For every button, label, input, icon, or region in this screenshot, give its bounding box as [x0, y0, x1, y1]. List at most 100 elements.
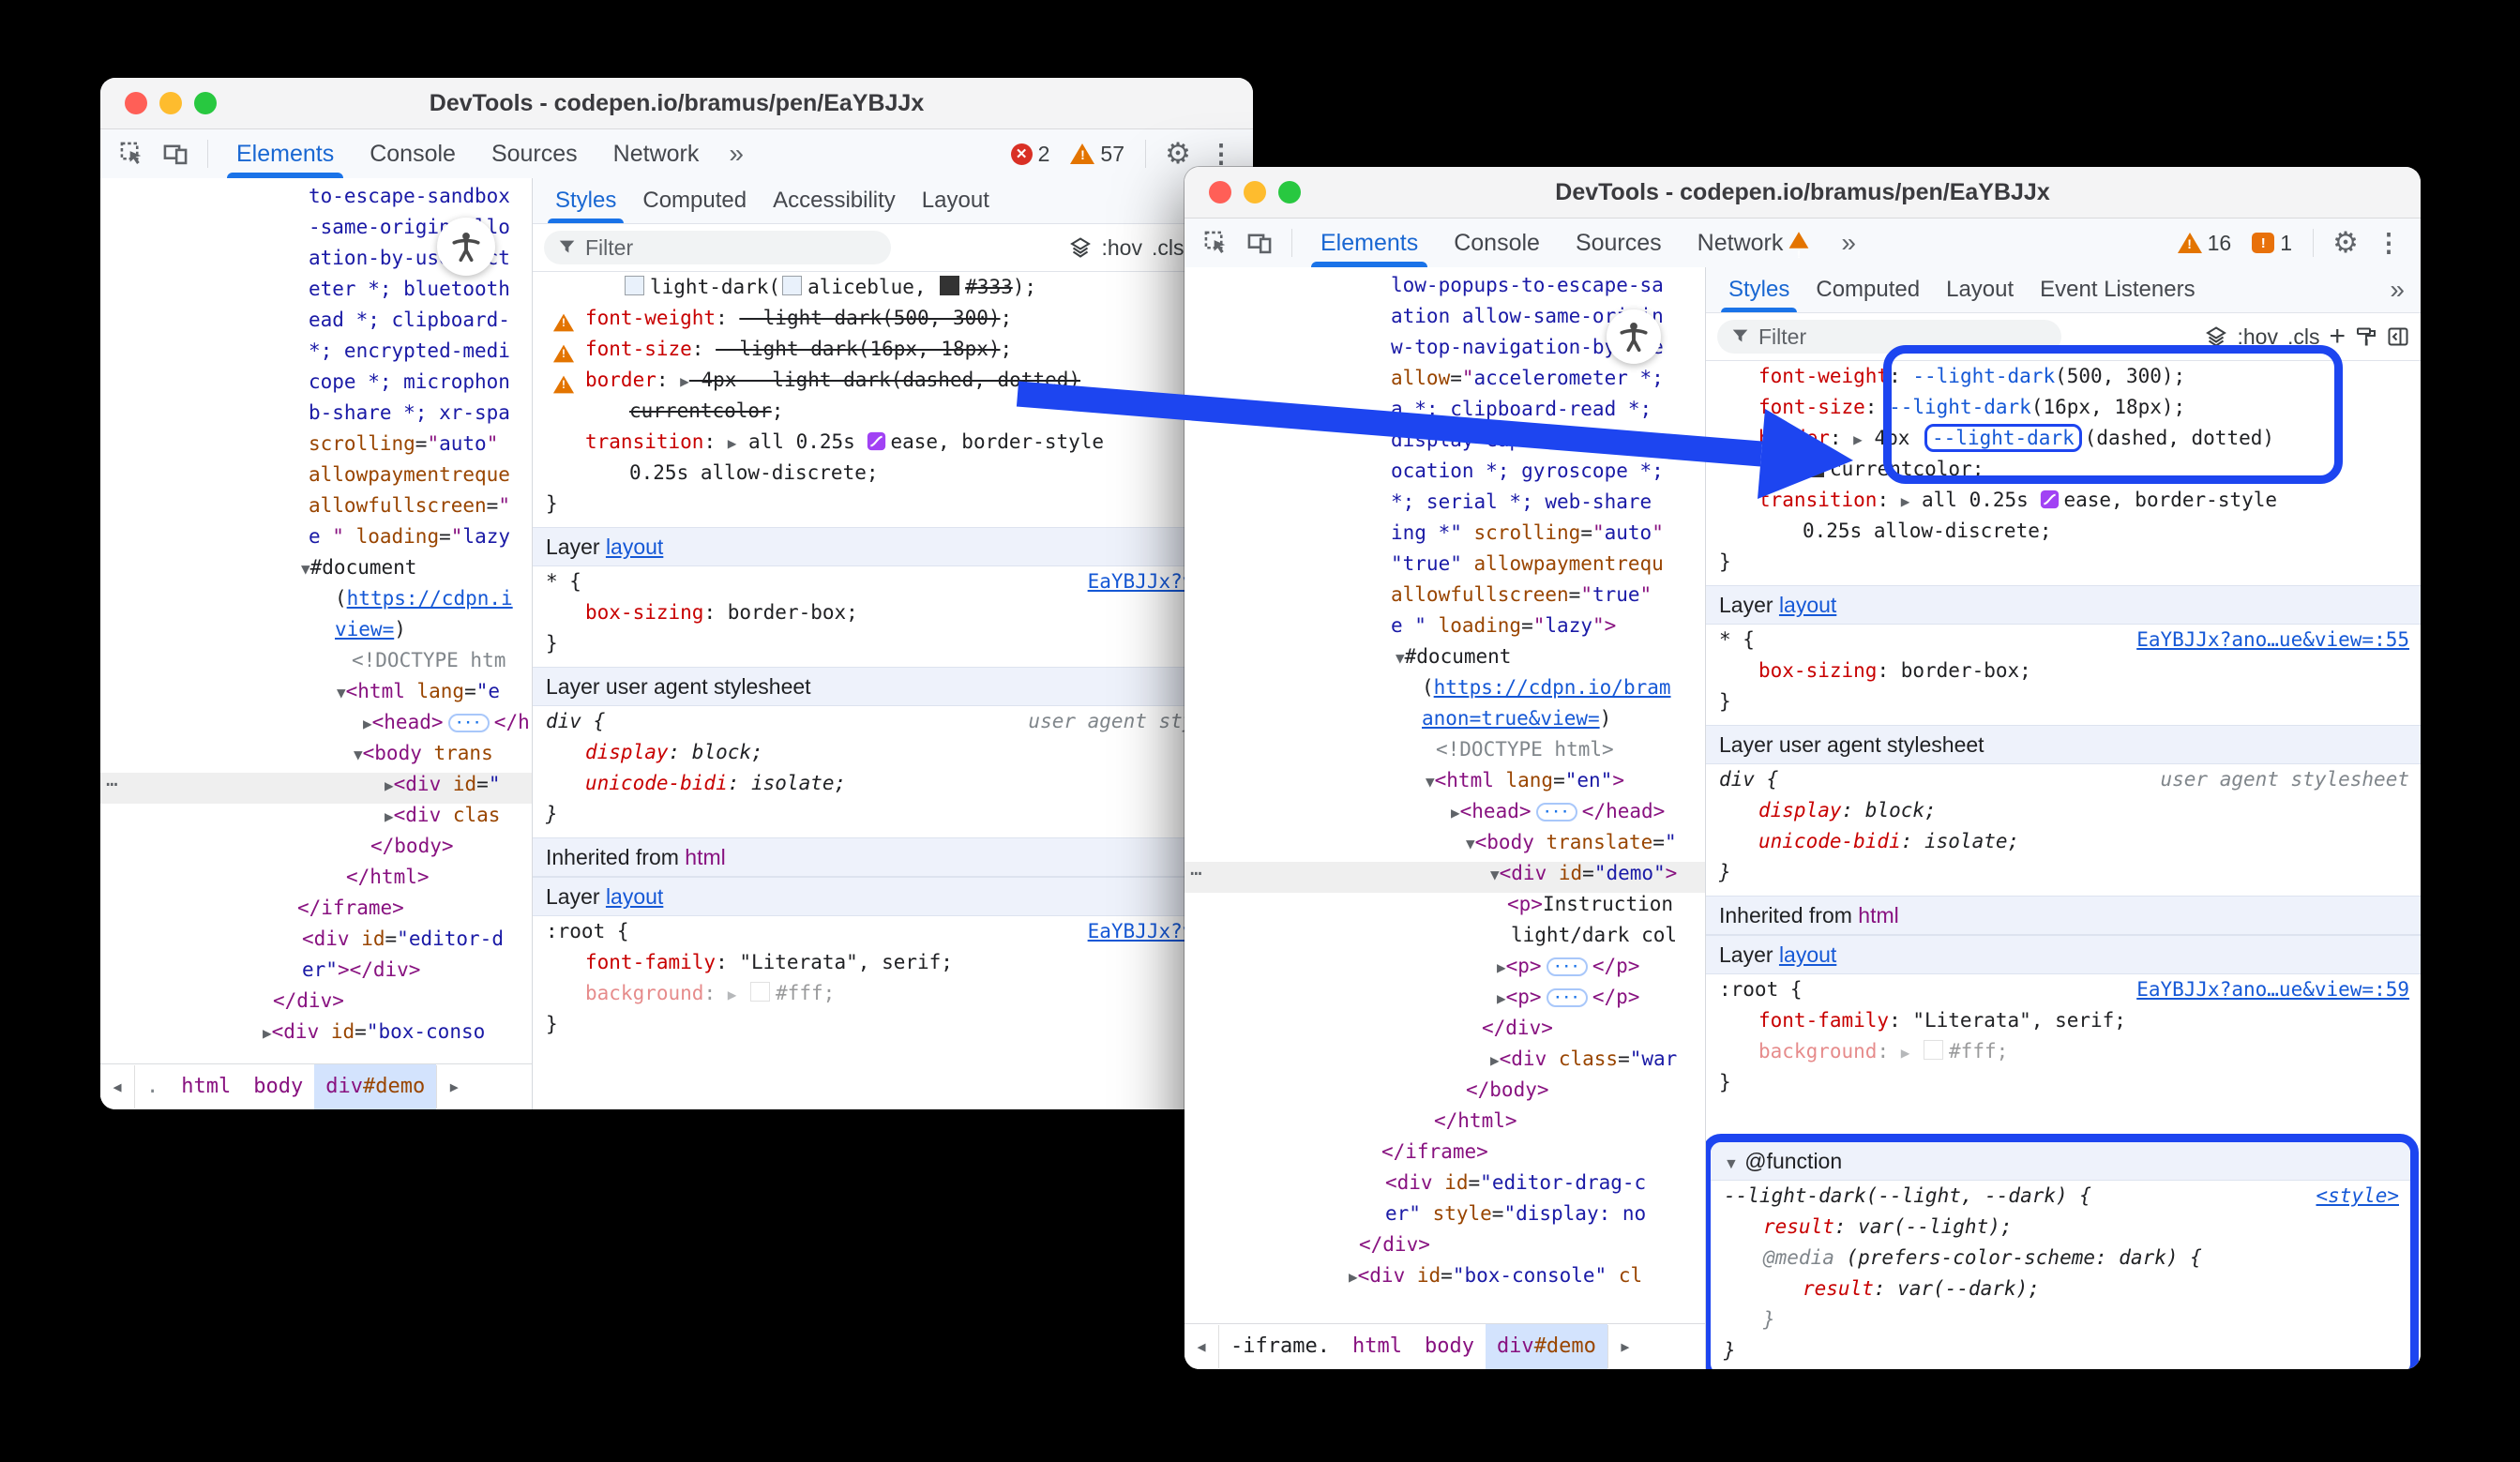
css-declaration[interactable]: 0.25s allow-discrete;: [1706, 520, 2421, 550]
css-declaration[interactable]: }: [1711, 1339, 2410, 1369]
dom-tree-line[interactable]: </body>: [100, 835, 532, 866]
breadcrumb-item[interactable]: html: [1341, 1324, 1413, 1369]
dom-tree-line[interactable]: ▶<div class="war: [1185, 1048, 1705, 1078]
close-button[interactable]: [125, 92, 147, 114]
bezier-editor-icon[interactable]: [2040, 490, 2060, 509]
css-declaration[interactable]: currentcolor;: [533, 399, 1253, 430]
dom-tree-line[interactable]: ▶<div id="box-console" cl: [1185, 1264, 1705, 1295]
dom-tree-line[interactable]: light/dark col: [1185, 924, 1705, 955]
dom-tree-line[interactable]: <!DOCTYPE htm: [100, 649, 532, 680]
css-declaration[interactable]: }: [533, 1013, 1253, 1044]
breadcrumb-item[interactable]: body: [242, 1064, 314, 1109]
dom-tree-line[interactable]: e " loading="lazy">: [1185, 614, 1705, 645]
css-declaration[interactable]: currentcolor;: [1706, 458, 2421, 489]
dom-tree-line[interactable]: </iframe>: [100, 897, 532, 927]
color-swatch[interactable]: [1924, 1040, 1943, 1060]
dom-tree-line[interactable]: <!DOCTYPE html>: [1185, 738, 1705, 769]
css-declaration[interactable]: transition: ▶ all 0.25s ease, border-sty…: [1706, 489, 2421, 520]
dom-tree-line[interactable]: ▼#document: [100, 556, 532, 587]
dom-tree-line[interactable]: (https://cdpn.io/bram: [1185, 676, 1705, 707]
breadcrumb-back-button[interactable]: ◀: [100, 1065, 135, 1108]
dom-tree-line[interactable]: </body>: [1185, 1078, 1705, 1109]
css-declaration[interactable]: font-family: "Literata", serif;: [1706, 1009, 2421, 1040]
device-toolbar-icon[interactable]: [1241, 224, 1278, 262]
css-declaration[interactable]: background: ▶ #fff;: [1706, 1040, 2421, 1071]
ellipsis-pill-icon[interactable]: ···: [1547, 957, 1588, 976]
dom-tree-line[interactable]: ▶<div clas: [100, 804, 532, 835]
dom-tree-line[interactable]: ▼<html lang="e: [100, 680, 532, 711]
css-declaration[interactable]: font-family: "Literata", serif;: [533, 951, 1253, 982]
css-declaration[interactable]: }: [1706, 690, 2421, 721]
dom-tree-line[interactable]: view=): [100, 618, 532, 649]
dom-tree-line[interactable]: <p>Instruction: [1185, 893, 1705, 924]
dom-tree-line[interactable]: "true" allowpaymentrequ: [1185, 552, 1705, 583]
warning-count-badge[interactable]: 16: [2178, 231, 2232, 256]
breadcrumb-forward-button[interactable]: ▶: [1607, 1325, 1642, 1368]
css-declaration[interactable]: background: ▶ #fff;: [533, 982, 1253, 1013]
rendering-emulation-icon[interactable]: [2355, 325, 2377, 348]
zoom-button[interactable]: [194, 92, 217, 114]
css-declaration[interactable]: border: ▶ 4px --light-dark(dashed, dotte…: [533, 369, 1253, 399]
dom-tree-line[interactable]: ▼<body trans: [100, 742, 532, 773]
css-declaration[interactable]: * {EaYBJJx?view=: [533, 570, 1253, 601]
dom-tree-line[interactable]: display-capture *; enc: [1185, 429, 1705, 460]
tab-network[interactable]: Network: [1683, 219, 1827, 267]
device-toolbar-icon[interactable]: [157, 135, 194, 173]
dom-tree-line[interactable]: ▶<div id="box-conso: [100, 1020, 532, 1051]
ellipsis-pill-icon[interactable]: ···: [448, 714, 490, 732]
dom-tree-line[interactable]: er"></div>: [100, 958, 532, 989]
breadcrumb-item[interactable]: div#demo: [1486, 1324, 1607, 1369]
css-declaration[interactable]: :root {EaYBJJx?view=: [533, 920, 1253, 951]
tab-console[interactable]: Console: [1439, 219, 1555, 267]
css-declaration[interactable]: }: [533, 632, 1253, 663]
settings-gear-icon[interactable]: ⚙: [2327, 224, 2364, 262]
more-tabs-chevron-icon[interactable]: »: [719, 139, 750, 169]
css-declaration[interactable]: result: var(--light);: [1711, 1215, 2410, 1246]
dom-tree-line[interactable]: allowfullscreen="true": [1185, 583, 1705, 614]
css-declaration[interactable]: display: block;: [1706, 799, 2421, 830]
dom-tree-line[interactable]: allowfullscreen=": [100, 494, 532, 525]
tab-sources[interactable]: Sources: [1561, 219, 1677, 267]
breadcrumb-item[interactable]: div#demo: [314, 1064, 436, 1109]
breadcrumb-back-button[interactable]: ◀: [1185, 1325, 1219, 1368]
breadcrumb-item[interactable]: .: [135, 1064, 170, 1109]
dom-tree-line[interactable]: scrolling="auto": [100, 432, 532, 463]
breadcrumb-item[interactable]: html: [170, 1064, 242, 1109]
breadcrumb-item[interactable]: body: [1413, 1324, 1486, 1369]
dom-tree-line[interactable]: </iframe>: [1185, 1140, 1705, 1171]
tab-network[interactable]: Network: [598, 129, 715, 178]
stylesheet-source-link[interactable]: EaYBJJx?ano…ue&view=:59: [2136, 978, 2409, 1001]
css-declaration[interactable]: }: [533, 803, 1253, 834]
dom-tree-line[interactable]: allow="accelerometer *;: [1185, 367, 1705, 398]
dom-tree-line[interactable]: ead *; clipboard-: [100, 309, 532, 339]
dom-tree-line[interactable]: ▶<head>···</head>: [1185, 800, 1705, 831]
dom-tree-line[interactable]: </html>: [100, 866, 532, 897]
dom-tree-line[interactable]: ▼<body translate=": [1185, 831, 1705, 862]
close-button[interactable]: [1209, 181, 1231, 203]
css-declaration[interactable]: * {EaYBJJx?ano…ue&view=:55: [1706, 628, 2421, 659]
more-options-kebab-icon[interactable]: ⋮: [2370, 224, 2407, 262]
error-count-badge[interactable]: ✕2: [1011, 142, 1050, 167]
dock-side-icon[interactable]: [2387, 325, 2409, 348]
more-tabs-chevron-icon[interactable]: »: [1832, 228, 1863, 258]
tab-sources[interactable]: Sources: [476, 129, 593, 178]
dom-tree-line[interactable]: ▼#document: [1185, 645, 1705, 676]
tab-layout[interactable]: Layout: [1933, 267, 2027, 312]
tab-event-listeners[interactable]: Event Listeners: [2027, 267, 2208, 312]
tab-elements[interactable]: Elements: [1305, 219, 1433, 267]
css-declaration[interactable]: }: [1706, 861, 2421, 892]
ellipsis-pill-icon[interactable]: ···: [1536, 803, 1577, 821]
computed-layers-icon[interactable]: [1069, 236, 1092, 259]
css-declaration[interactable]: }: [1706, 1071, 2421, 1102]
dom-tree-line[interactable]: cope *; microphon: [100, 370, 532, 401]
tab-accessibility[interactable]: Accessibility: [760, 178, 909, 223]
css-declaration[interactable]: box-sizing: border-box;: [1706, 659, 2421, 690]
ellipsis-pill-icon[interactable]: ···: [1547, 988, 1588, 1007]
overflow-dots-icon[interactable]: ⋯: [106, 773, 118, 795]
css-declaration[interactable]: font-weight: --light-dark(500, 300);: [1706, 365, 2421, 396]
dom-tree-line[interactable]: er" style="display: no: [1185, 1202, 1705, 1233]
breadcrumb-item[interactable]: -iframe.: [1219, 1324, 1341, 1369]
tab-computed[interactable]: Computed: [1803, 267, 1933, 312]
stylesheet-source-link[interactable]: <style>: [2316, 1184, 2399, 1207]
zoom-button[interactable]: [1278, 181, 1301, 203]
